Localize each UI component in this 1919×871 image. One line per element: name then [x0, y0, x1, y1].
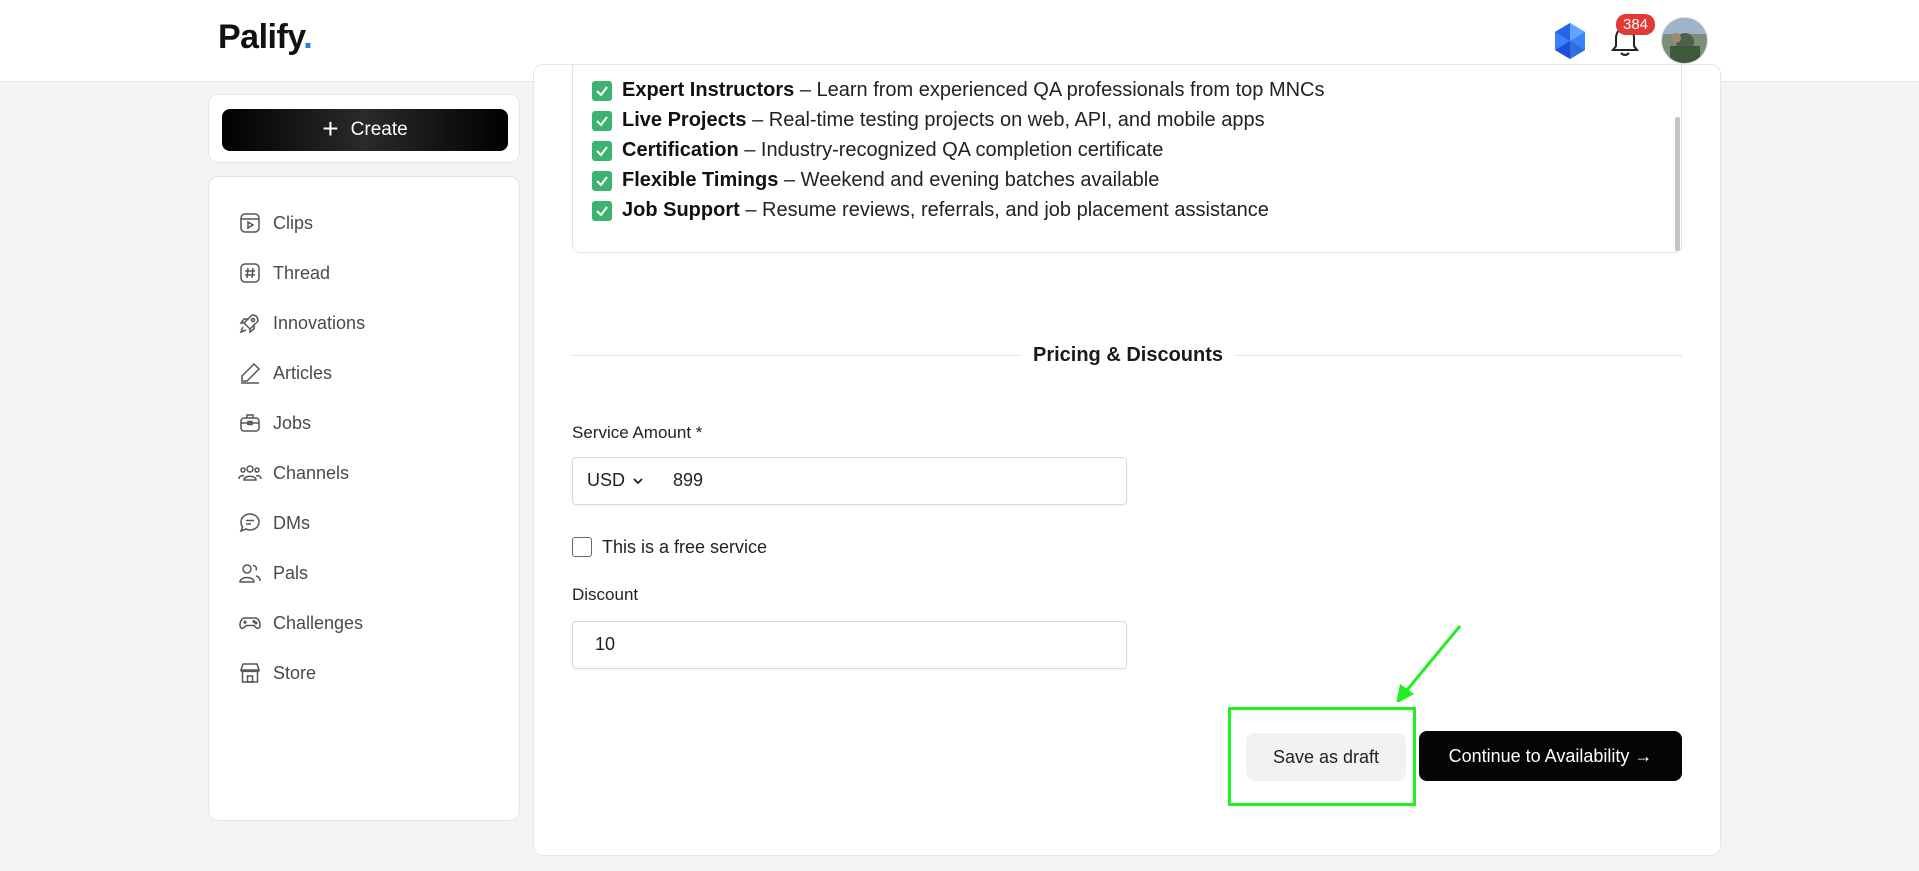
currency-value: USD	[587, 470, 626, 490]
brand-logo[interactable]: Palify.	[218, 18, 313, 57]
feature-title: Expert Instructors	[622, 79, 795, 101]
hash-icon	[240, 263, 260, 283]
discount-field[interactable]: 10	[572, 621, 1127, 669]
feature-title: Certification	[622, 139, 739, 161]
free-service-label[interactable]: This is a free service	[602, 537, 767, 558]
checkmark-icon	[592, 80, 612, 101]
store-icon	[239, 663, 261, 683]
plus-icon: +	[322, 112, 339, 144]
notification-badge: 384	[1616, 14, 1656, 35]
list-item: Certification – Industry-recognized QA c…	[592, 139, 1163, 162]
annotation-arrow-icon	[1396, 625, 1462, 702]
checkmark-icon	[592, 170, 612, 191]
sidebar-item-challenges[interactable]: Challenges	[238, 603, 363, 643]
sidebar-item-innovations[interactable]: Innovations	[238, 303, 365, 343]
gem-icon[interactable]	[1553, 22, 1587, 60]
sidebar-item-label: Clips	[273, 212, 314, 233]
pricing-heading: Pricing & Discounts	[1020, 344, 1236, 366]
amount-input[interactable]: 899	[673, 470, 703, 491]
highlight-annotation	[1228, 707, 1416, 806]
avatar[interactable]	[1661, 17, 1708, 64]
feature-text: – Resume reviews, referrals, and job pla…	[739, 199, 1269, 221]
rocket-icon	[239, 314, 259, 334]
feature-text: – Industry-recognized QA completion cert…	[738, 139, 1164, 161]
brand-dot: .	[303, 18, 313, 56]
list-item: Job Support – Resume reviews, referrals,…	[592, 199, 1269, 222]
sidebar-item-thread[interactable]: Thread	[238, 253, 330, 293]
sidebar-item-label: Challenges	[273, 612, 364, 633]
sidebar-item-store[interactable]: Store	[238, 653, 316, 693]
sidebar-item-label: DMs	[273, 512, 310, 533]
currency-select[interactable]: USD	[587, 470, 645, 491]
discount-label: Discount	[572, 585, 639, 604]
sidebar: Clips Thread Innovations Articles Jobs C…	[208, 176, 520, 821]
people-icon	[238, 465, 262, 481]
brand-name: Palify	[218, 18, 304, 56]
feature-text: – Real-time testing projects on web, API…	[746, 109, 1265, 131]
sidebar-item-jobs[interactable]: Jobs	[238, 403, 311, 443]
feature-title: Job Support	[622, 199, 740, 221]
features-scrollbar[interactable]	[1675, 117, 1680, 251]
sidebar-item-label: Innovations	[273, 312, 366, 333]
sidebar-item-clips[interactable]: Clips	[238, 203, 313, 243]
sidebar-item-channels[interactable]: Channels	[238, 453, 349, 493]
free-service-checkbox[interactable]	[572, 537, 592, 557]
continue-button[interactable]: Continue to Availability →	[1419, 731, 1682, 781]
list-item: Live Projects – Real-time testing projec…	[592, 109, 1265, 132]
sidebar-item-label: Articles	[273, 362, 333, 383]
list-item: Flexible Timings – Weekend and evening b…	[592, 169, 1159, 192]
sidebar-item-articles[interactable]: Articles	[238, 353, 332, 393]
feature-text: – Weekend and evening batches available	[778, 169, 1160, 191]
pals-icon	[239, 564, 261, 583]
checkmark-icon	[592, 140, 612, 161]
chat-icon	[239, 513, 260, 533]
sidebar-item-label: Jobs	[273, 412, 312, 433]
briefcase-icon	[240, 414, 260, 432]
checkmark-icon	[592, 110, 612, 131]
pen-icon	[241, 362, 261, 384]
sidebar-item-label: Thread	[273, 262, 331, 283]
service-amount-field: USD 899	[572, 457, 1127, 505]
feature-text: – Learn from experienced QA professional…	[794, 79, 1325, 101]
gamepad-icon	[239, 617, 261, 630]
feature-title: Live Projects	[622, 109, 747, 131]
sidebar-item-dms[interactable]: DMs	[238, 503, 310, 543]
clips-icon	[240, 213, 260, 233]
sidebar-item-label: Store	[273, 662, 317, 683]
service-amount-label: Service Amount *	[572, 423, 703, 442]
sidebar-item-pals[interactable]: Pals	[238, 553, 308, 593]
sidebar-item-label: Channels	[273, 462, 350, 483]
chevron-down-icon	[633, 477, 643, 484]
main-panel: Expert Instructors – Learn from experien…	[533, 64, 1721, 856]
feature-title: Flexible Timings	[622, 169, 779, 191]
sidebar-item-label: Pals	[273, 562, 309, 583]
discount-input[interactable]: 10	[595, 634, 615, 655]
list-item: Expert Instructors – Learn from experien…	[592, 79, 1325, 102]
create-label: Create	[350, 119, 408, 140]
create-card: + Create	[208, 94, 520, 163]
create-button[interactable]: + Create	[222, 109, 508, 151]
checkmark-icon	[592, 200, 612, 221]
section-title: Pricing & Discounts	[534, 344, 1722, 367]
